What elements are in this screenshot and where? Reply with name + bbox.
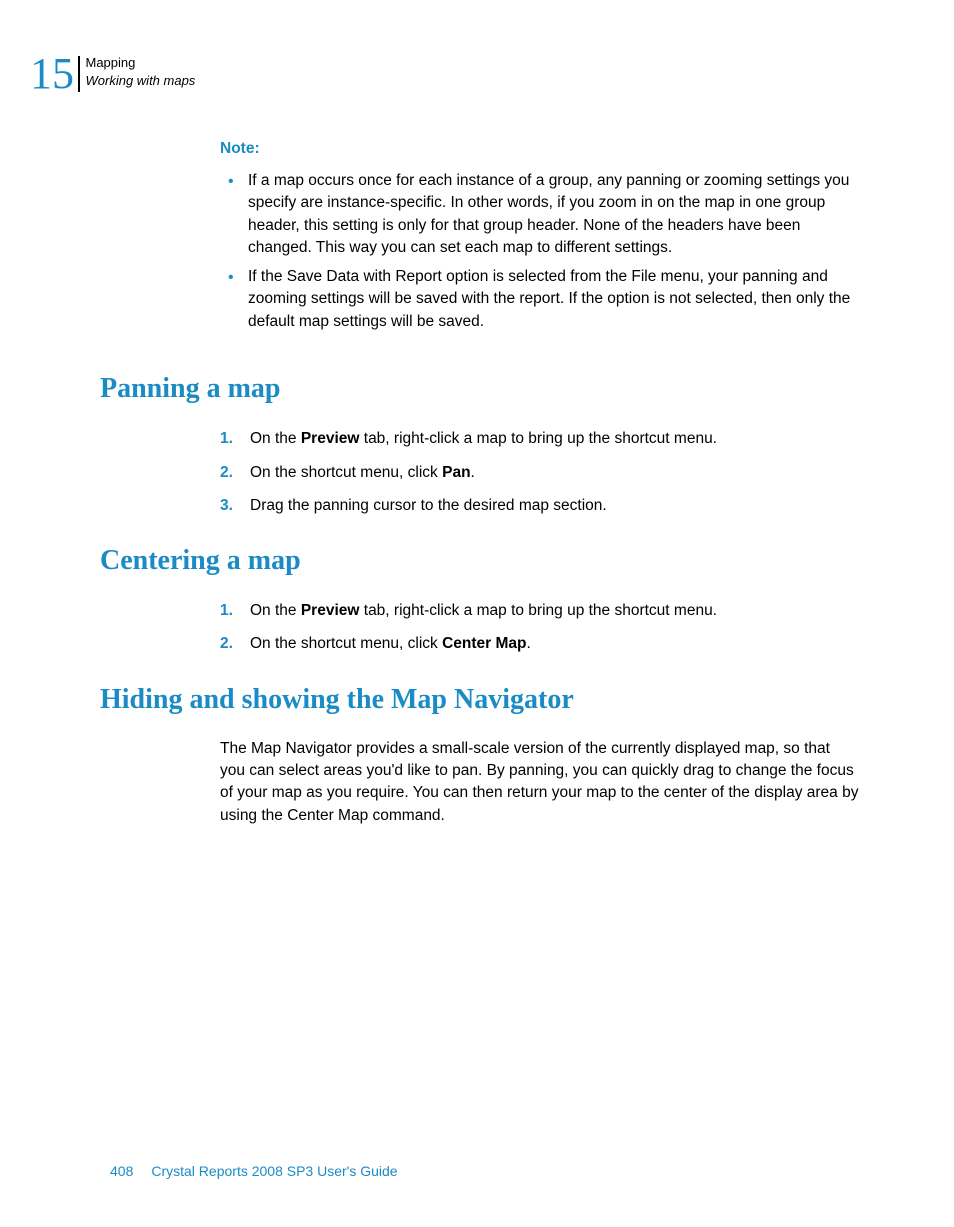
step-text: Drag the panning cursor to the desired m… <box>250 497 607 514</box>
step-text: tab, right-click a map to bring up the s… <box>359 430 717 447</box>
step-bold: Pan <box>442 464 470 481</box>
note-label: Note: <box>220 140 859 158</box>
centering-steps: On the Preview tab, right-click a map to… <box>220 599 859 656</box>
note-item: If the Save Data with Report option is s… <box>220 266 859 333</box>
header-chapter-title: Mapping <box>86 54 196 72</box>
chapter-number: 15 <box>30 52 74 96</box>
step-bold: Preview <box>301 430 360 447</box>
header-section-title: Working with maps <box>86 72 196 90</box>
step-text: On the <box>250 602 301 619</box>
panning-steps: On the Preview tab, right-click a map to… <box>220 427 859 517</box>
header-divider <box>78 56 80 92</box>
page-header: 15 Mapping Working with maps <box>30 52 195 96</box>
step-text: On the shortcut menu, click <box>250 464 442 481</box>
step-item: On the Preview tab, right-click a map to… <box>220 427 859 450</box>
step-item: Drag the panning cursor to the desired m… <box>220 494 859 517</box>
note-item: If a map occurs once for each instance o… <box>220 170 859 260</box>
step-text: . <box>527 635 531 652</box>
note-block: Note: If a map occurs once for each inst… <box>220 140 859 333</box>
page-number: 408 <box>110 1163 133 1179</box>
body-paragraph: The Map Navigator provides a small-scale… <box>220 738 859 828</box>
step-item: On the shortcut menu, click Pan. <box>220 461 859 484</box>
step-text: tab, right-click a map to bring up the s… <box>359 602 717 619</box>
section-heading-centering: Centering a map <box>100 545 859 577</box>
step-item: On the Preview tab, right-click a map to… <box>220 599 859 622</box>
note-list: If a map occurs once for each instance o… <box>220 170 859 333</box>
page-content: Note: If a map occurs once for each inst… <box>100 140 859 837</box>
step-text: On the shortcut menu, click <box>250 635 442 652</box>
page-footer: 408 Crystal Reports 2008 SP3 User's Guide <box>110 1163 398 1179</box>
step-text: . <box>471 464 475 481</box>
section-heading-hiding: Hiding and showing the Map Navigator <box>100 684 859 716</box>
step-bold: Preview <box>301 602 360 619</box>
section-heading-panning: Panning a map <box>100 373 859 405</box>
step-item: On the shortcut menu, click Center Map. <box>220 632 859 655</box>
step-bold: Center Map <box>442 635 526 652</box>
step-text: On the <box>250 430 301 447</box>
header-breadcrumb: Mapping Working with maps <box>86 52 196 90</box>
doc-title: Crystal Reports 2008 SP3 User's Guide <box>151 1163 397 1179</box>
